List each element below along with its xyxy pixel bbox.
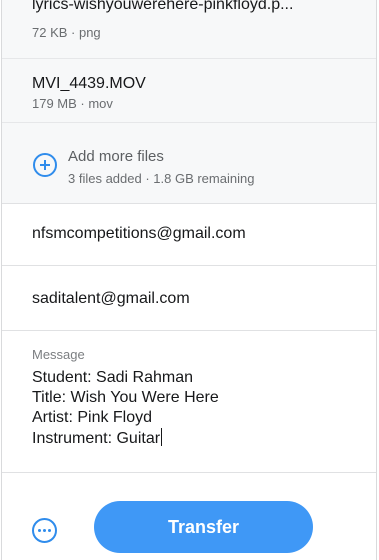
sender-email-field[interactable]: saditalent@gmail.com <box>2 269 376 331</box>
message-text: Student: Sadi Rahman Title: Wish You Wer… <box>32 369 219 447</box>
file-item[interactable]: MVI_4439.MOV 179 MB · mov <box>2 59 376 123</box>
file-name: lyrics-wishyouwerehere-pinkfloyd.p... <box>32 0 294 13</box>
plus-circle-icon[interactable] <box>33 153 57 177</box>
add-more-files-button[interactable]: Add more files 3 files added · 1.8 GB re… <box>2 123 376 204</box>
file-meta: 72 KB · png <box>32 25 101 40</box>
sender-email: saditalent@gmail.com <box>32 290 190 307</box>
file-meta: 179 MB · mov <box>32 96 113 111</box>
more-options-icon[interactable] <box>32 518 57 543</box>
text-caret <box>161 428 163 446</box>
footer-bar: Transfer <box>2 473 376 560</box>
message-label: Message <box>32 347 85 362</box>
files-summary: 3 files added · 1.8 GB remaining <box>68 171 255 186</box>
file-item[interactable]: lyrics-wishyouwerehere-pinkfloyd.p... 72… <box>2 0 376 59</box>
recipient-email-field[interactable]: nfsmcompetitions@gmail.com <box>2 204 376 266</box>
file-name: MVI_4439.MOV <box>32 75 146 92</box>
add-more-files-label: Add more files <box>68 148 164 165</box>
transfer-button[interactable]: Transfer <box>94 501 313 553</box>
recipient-email: nfsmcompetitions@gmail.com <box>32 225 246 242</box>
transfer-panel: lyrics-wishyouwerehere-pinkfloyd.p... 72… <box>1 0 377 560</box>
message-textarea[interactable]: Student: Sadi Rahman Title: Wish You Wer… <box>32 368 362 449</box>
message-field[interactable]: Message Student: Sadi Rahman Title: Wish… <box>2 335 376 473</box>
